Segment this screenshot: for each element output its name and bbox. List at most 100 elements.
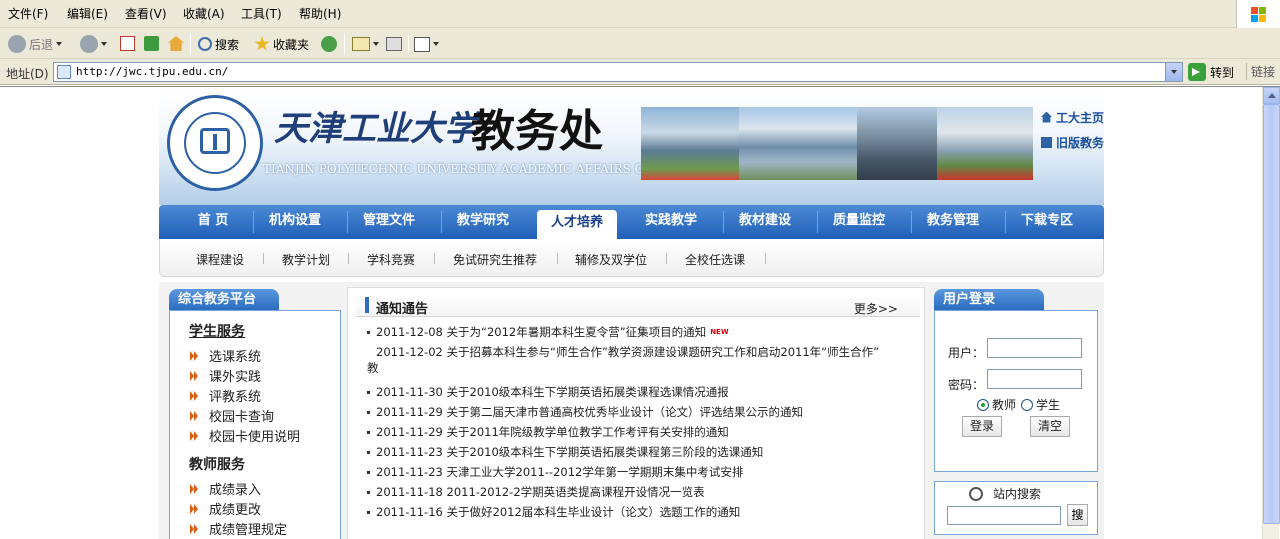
link-label: 成绩录入 xyxy=(209,483,262,498)
stop-icon[interactable] xyxy=(120,36,135,51)
more-link[interactable]: 更多>> xyxy=(854,300,898,317)
address-input[interactable]: http://jwc.tjpu.edu.cn/ xyxy=(53,62,1183,82)
double-arrow-icon xyxy=(190,350,200,361)
link-campus-card-guide[interactable]: 校园卡使用说明 xyxy=(190,426,300,445)
site-search-input[interactable] xyxy=(947,506,1061,525)
notice-item[interactable]: 2011-11-23 天津工业大学2011--2012学年第一学期期末集中考试安… xyxy=(367,465,743,479)
home-icon xyxy=(1041,111,1052,123)
notice-item[interactable]: 2011-11-18 2011-2012-2学期英语类提高课程开设情况一览表 xyxy=(367,485,705,499)
nav-item-textbooks[interactable]: 教材建设 xyxy=(733,205,797,239)
subnav-item-minor-degree[interactable]: 辅修及双学位 xyxy=(575,251,647,268)
link-grade-rules[interactable]: 成绩管理规定 xyxy=(190,519,287,538)
subnav-item-competitions[interactable]: 学科竞赛 xyxy=(367,251,415,268)
notice-text: 关于2011年院级教学单位教学工作考评有关安排的通知 xyxy=(446,425,729,439)
scroll-thumb[interactable] xyxy=(1263,104,1280,524)
student-services-title[interactable]: 学生服务 xyxy=(189,321,245,341)
nav-item-home[interactable]: 首 页 xyxy=(181,205,245,239)
links-button[interactable]: 链接 xyxy=(1246,63,1275,80)
link-label: 校园卡查询 xyxy=(209,410,275,425)
forward-button[interactable] xyxy=(80,34,107,54)
link-label: 评教系统 xyxy=(209,390,262,405)
username-input[interactable] xyxy=(987,338,1082,358)
clear-button[interactable]: 清空 xyxy=(1030,416,1070,437)
subnav-item-electives[interactable]: 全校任选课 xyxy=(685,251,745,268)
bullet-icon xyxy=(367,391,370,394)
nav-item-downloads[interactable]: 下载专区 xyxy=(1015,205,1079,239)
nav-item-management[interactable]: 教务管理 xyxy=(921,205,985,239)
password-input[interactable] xyxy=(987,369,1082,389)
banner-photo-plaza xyxy=(739,107,857,180)
back-arrow-icon xyxy=(8,35,26,53)
notice-date: 2011-11-16 xyxy=(376,505,443,519)
login-button[interactable]: 登录 xyxy=(962,416,1002,437)
nav-item-research[interactable]: 教学研究 xyxy=(451,205,515,239)
link-grade-entry[interactable]: 成绩录入 xyxy=(190,479,261,498)
user-label: 用户： xyxy=(948,346,985,360)
double-arrow-icon xyxy=(190,523,200,534)
scroll-up-button[interactable] xyxy=(1263,87,1280,104)
home-icon[interactable] xyxy=(168,36,184,51)
menu-view[interactable]: 查看(V) xyxy=(125,7,167,21)
banner-photo-building xyxy=(641,107,739,180)
notice-item[interactable]: 2011-12-08 关于为“2012年暑期本科生夏令营”征集项目的通知 NEW xyxy=(367,325,729,339)
link-extracurricular[interactable]: 课外实践 xyxy=(190,366,261,385)
banner-photo-campus xyxy=(937,107,1033,180)
menu-edit[interactable]: 编辑(E) xyxy=(67,7,108,21)
nav-item-documents[interactable]: 管理文件 xyxy=(357,205,421,239)
site-search-title: 站内搜索 xyxy=(993,487,1042,501)
refresh-icon[interactable] xyxy=(144,36,159,51)
notice-text: 天津工业大学2011--2012学年第一学期期末集中考试安排 xyxy=(446,465,744,479)
link-grade-change[interactable]: 成绩更改 xyxy=(190,499,261,518)
notice-text: 关于2010级本科生下学期英语拓展类课程第三阶段的选课通知 xyxy=(446,445,764,459)
notice-item[interactable]: 2011-11-29 关于2011年院级教学单位教学工作考评有关安排的通知 xyxy=(367,425,729,439)
nav-item-talent-cultivation[interactable]: 人才培养 xyxy=(537,210,617,240)
notice-item[interactable]: 2011-11-30 关于2010级本科生下学期英语拓展类课程选课情况通报 xyxy=(367,385,729,399)
link-course-selection[interactable]: 选课系统 xyxy=(190,346,261,365)
notice-item[interactable]: 2011-11-23 关于2010级本科生下学期英语拓展类课程第三阶段的选课通知 xyxy=(367,445,763,459)
bullet-icon xyxy=(367,491,370,494)
notice-item[interactable]: 2011-12-02 关于招募本科生参与“师生合作”教学资源建设课题研究工作和启… xyxy=(367,345,879,359)
print-icon[interactable] xyxy=(386,37,402,51)
notice-item[interactable]: 2011-11-16 关于做好2012届本科生毕业设计（论文）选题工作的通知 xyxy=(367,505,740,519)
address-dropdown-button[interactable] xyxy=(1165,63,1182,81)
site-search-button[interactable]: 搜 xyxy=(1067,504,1088,526)
search-button[interactable]: 搜索 xyxy=(198,34,239,54)
url-text: http://jwc.tjpu.edu.cn/ xyxy=(76,65,229,78)
role-teacher-radio[interactable]: 教师 xyxy=(977,396,1016,413)
office-name: 教务处 xyxy=(471,106,603,157)
menu-tools[interactable]: 工具(T) xyxy=(241,7,282,21)
subnav-item-courses[interactable]: 课程建设 xyxy=(196,251,244,268)
old-site-link[interactable]: 旧版教务 xyxy=(1041,134,1104,150)
favorites-button[interactable]: 收藏夹 xyxy=(254,34,309,54)
nav-item-quality[interactable]: 质量监控 xyxy=(827,205,891,239)
chevron-down-icon xyxy=(101,42,107,46)
notices-title: 通知通告 xyxy=(376,302,429,317)
go-button[interactable]: 转到 xyxy=(1188,63,1234,81)
edit-button[interactable] xyxy=(414,34,439,54)
password-label: 密码： xyxy=(948,378,985,392)
nav-item-organization[interactable]: 机构设置 xyxy=(263,205,327,239)
mail-button[interactable] xyxy=(352,34,379,54)
nav-item-practice[interactable]: 实践教学 xyxy=(639,205,703,239)
back-button[interactable]: 后退 xyxy=(8,34,63,54)
sub-nav: 课程建设 教学计划 学科竞赛 免试研究生推荐 辅修及双学位 全校任选课 xyxy=(159,239,1104,277)
menu-file[interactable]: 文件(F) xyxy=(8,7,48,21)
teacher-services-title: 教师服务 xyxy=(189,457,245,473)
media-icon[interactable] xyxy=(321,36,337,52)
link-teaching-evaluation[interactable]: 评教系统 xyxy=(190,386,261,405)
chevron-down-icon xyxy=(433,42,439,46)
vertical-scrollbar[interactable] xyxy=(1262,87,1280,539)
page-viewport: 天津工业大学 教务处 TIANJIN POLYTECHNIC UNIVERSIT… xyxy=(0,86,1280,539)
notice-item-wrap[interactable]: 教 xyxy=(367,361,379,375)
university-home-link[interactable]: 工大主页 xyxy=(1041,109,1104,125)
link-campus-card-query[interactable]: 校园卡查询 xyxy=(190,406,274,425)
menu-favorites[interactable]: 收藏(A) xyxy=(183,7,225,21)
link-label: 选课系统 xyxy=(209,350,262,365)
role-student-radio[interactable]: 学生 xyxy=(1021,396,1060,413)
double-arrow-icon xyxy=(190,390,200,401)
subnav-item-postgrad-recommend[interactable]: 免试研究生推荐 xyxy=(453,251,537,268)
double-arrow-icon xyxy=(190,503,200,514)
subnav-item-plans[interactable]: 教学计划 xyxy=(282,251,330,268)
menu-help[interactable]: 帮助(H) xyxy=(299,7,341,21)
notice-item[interactable]: 2011-11-29 关于第二届天津市普通高校优秀毕业设计（论文）评选结果公示的… xyxy=(367,405,803,419)
